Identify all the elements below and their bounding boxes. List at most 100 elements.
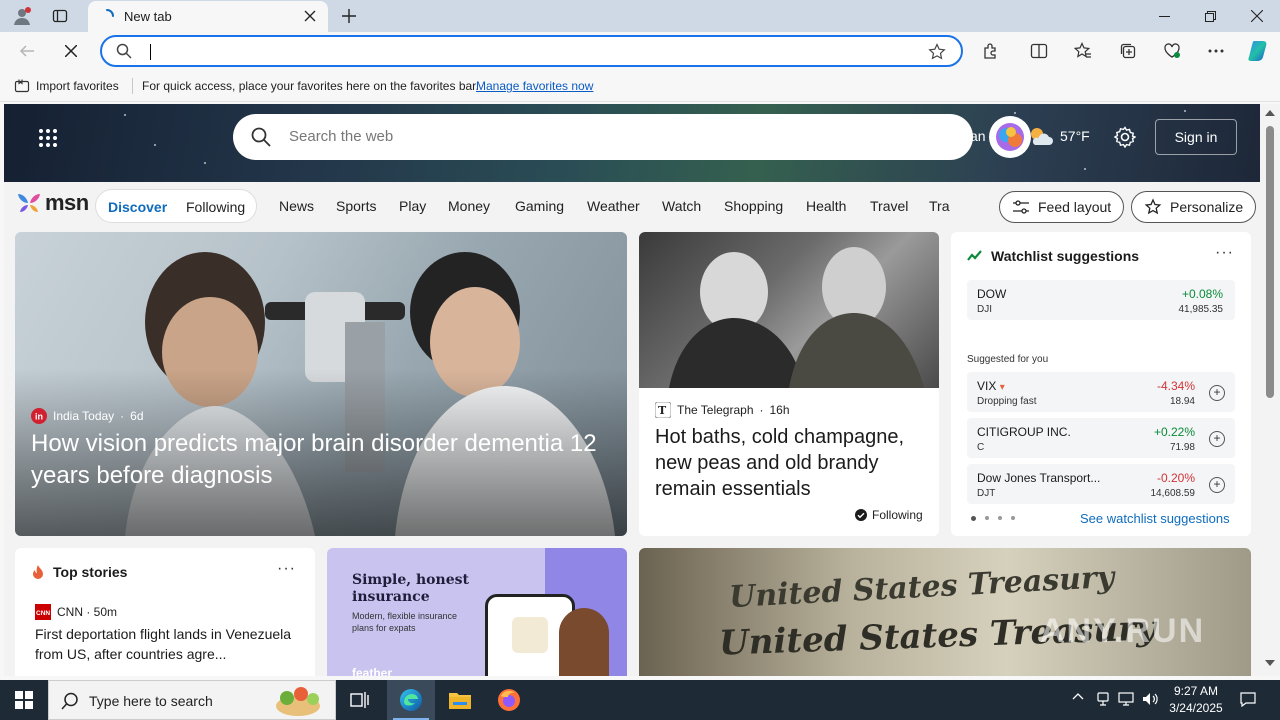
article-headline[interactable]: Hot baths, cold champagne, new peas and … [655, 424, 927, 502]
person-illustration [559, 608, 609, 676]
top-stories-title: Top stories [53, 564, 128, 580]
category-news[interactable]: News [279, 198, 314, 214]
separator-dot: · [759, 403, 764, 417]
minimize-button[interactable] [1141, 0, 1187, 32]
scroll-down-icon[interactable] [1265, 660, 1275, 666]
split-screen-icon[interactable] [1028, 40, 1050, 62]
file-explorer-icon[interactable] [436, 680, 484, 720]
watermark: ANY.RUN [1040, 612, 1206, 650]
telegraph-article-card[interactable]: T The Telegraph · 16h Hot baths, cold ch… [639, 232, 939, 536]
ad-title: Simple, honest insurance [352, 572, 469, 605]
tab-discover[interactable]: Discover [108, 199, 167, 215]
restore-button[interactable] [1187, 0, 1233, 32]
featured-article-card[interactable]: in India Today · 6d How vision predicts … [15, 232, 627, 536]
stock-row-dow[interactable]: DOW DJI +0.08% 41,985.35 [967, 280, 1235, 320]
personalize-button[interactable]: Personalize [1131, 191, 1257, 223]
address-input[interactable] [148, 41, 908, 61]
volume-icon[interactable] [1142, 691, 1158, 707]
browser-essentials-icon[interactable] [1161, 40, 1183, 62]
feed-layout-button[interactable]: Feed layout [999, 191, 1125, 223]
edge-taskbar-icon[interactable] [387, 680, 435, 720]
tab-title: New tab [124, 9, 172, 24]
tab-new-tab[interactable]: New tab [88, 1, 328, 32]
weather-widget[interactable]: 57°F [1028, 126, 1090, 146]
msn-logo-text: msn [45, 190, 89, 215]
taskbar-search[interactable]: Type here to search [48, 680, 336, 720]
hero-banner: Search the web an 57°F Sign in [4, 104, 1260, 182]
favorites-icon[interactable] [1072, 40, 1094, 62]
category-truncated[interactable]: Tra [929, 198, 951, 214]
page-settings-icon[interactable] [1114, 126, 1136, 148]
category-gaming[interactable]: Gaming [515, 198, 564, 214]
sign-in-button[interactable]: Sign in [1155, 119, 1237, 155]
close-tab-icon[interactable] [304, 10, 316, 22]
category-play[interactable]: Play [399, 198, 426, 214]
firefox-icon[interactable] [485, 680, 533, 720]
category-sports[interactable]: Sports [336, 198, 376, 214]
insurance-ad-card[interactable]: Simple, honest insurance Modern, flexibl… [327, 548, 627, 676]
close-window-button[interactable] [1234, 0, 1280, 32]
stock-trend-icon [967, 250, 982, 261]
meet-now-icon[interactable] [1096, 691, 1110, 707]
notifications-icon[interactable] [1240, 691, 1256, 707]
article-headline[interactable]: First deportation flight lands in Venezu… [35, 624, 305, 664]
new-tab-button[interactable] [337, 4, 361, 28]
collections-icon[interactable] [1117, 40, 1139, 62]
article-headline[interactable]: How vision predicts major brain disorder… [31, 428, 611, 492]
svg-text:in: in [35, 412, 43, 422]
favorite-star-icon[interactable] [928, 43, 946, 61]
category-weather[interactable]: Weather [587, 198, 640, 214]
system-clock[interactable]: 9:27 AM 3/24/2025 [1164, 683, 1228, 717]
see-watchlist-link[interactable]: See watchlist suggestions [1080, 511, 1230, 526]
manage-favorites-link[interactable]: Manage favorites now [476, 79, 593, 93]
settings-more-icon[interactable] [1205, 40, 1227, 62]
more-options-icon[interactable]: ··· [277, 560, 296, 578]
add-to-watchlist-icon[interactable]: + [1209, 477, 1225, 493]
start-button[interactable] [0, 680, 48, 720]
profile-icon[interactable] [10, 4, 34, 28]
task-view-icon[interactable] [336, 680, 384, 720]
ad-brand: feather [352, 666, 393, 676]
tab-following[interactable]: Following [186, 199, 245, 215]
article-source: CNN CNN · 50m [35, 604, 117, 620]
search-icon [251, 127, 271, 147]
import-favorites-button[interactable]: Import favorites [14, 78, 119, 94]
copilot-icon[interactable] [1246, 38, 1272, 64]
stock-row-citigroup[interactable]: CITIGROUP INC. C +0.22% 71.98 + [967, 418, 1235, 458]
back-button[interactable] [16, 40, 38, 62]
stock-status: Dropping fast [977, 396, 1037, 407]
source-name: India Today [53, 409, 115, 423]
following-badge[interactable]: Following [855, 508, 923, 522]
stock-row-djt[interactable]: Dow Jones Transport... DJT -0.20% 14,608… [967, 464, 1235, 504]
msn-logo[interactable]: msn [16, 190, 89, 216]
watchlist-header: Watchlist suggestions [967, 248, 1139, 264]
category-health[interactable]: Health [806, 198, 846, 214]
apps-grid-icon[interactable] [38, 128, 58, 148]
add-to-watchlist-icon[interactable]: + [1209, 385, 1225, 401]
category-shopping[interactable]: Shopping [724, 198, 783, 214]
category-watch[interactable]: Watch [662, 198, 701, 214]
stop-loading-button[interactable] [60, 40, 82, 62]
more-options-icon[interactable]: ··· [1215, 244, 1234, 262]
address-bar[interactable] [100, 35, 963, 67]
churchill-eisenhower-photo [639, 232, 939, 388]
show-hidden-icons[interactable] [1072, 692, 1084, 700]
add-to-watchlist-icon[interactable]: + [1209, 431, 1225, 447]
search-highlight-illustration [267, 684, 329, 718]
category-travel[interactable]: Travel [870, 198, 908, 214]
category-money[interactable]: Money [448, 198, 490, 214]
web-search-box[interactable]: Search the web [233, 114, 973, 160]
scroll-thumb[interactable] [1266, 126, 1274, 398]
telegraph-logo-icon: T [655, 402, 671, 418]
extensions-icon[interactable] [980, 40, 1002, 62]
network-icon[interactable] [1118, 691, 1134, 707]
scroll-up-icon[interactable] [1265, 110, 1275, 116]
tab-actions-icon[interactable] [48, 4, 72, 28]
stock-row-vix[interactable]: VIX ▾ Dropping fast -4.34% 18.94 + [967, 372, 1235, 412]
page-scrollbar[interactable] [1260, 104, 1280, 676]
top-stories-card: Top stories ··· CNN CNN · 50m First depo… [15, 548, 315, 676]
stock-price: 14,608.59 [1150, 488, 1196, 499]
carousel-dots[interactable] [971, 516, 1015, 521]
svg-text:T: T [658, 404, 667, 417]
copilot-orb-icon[interactable] [989, 116, 1031, 158]
